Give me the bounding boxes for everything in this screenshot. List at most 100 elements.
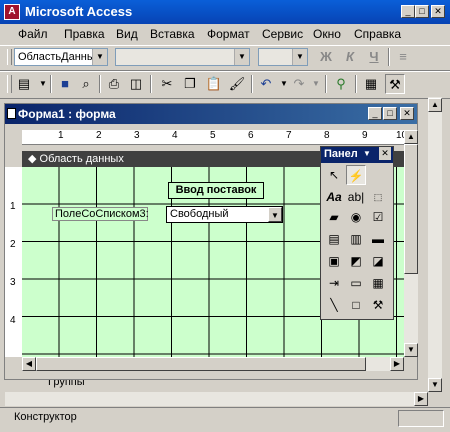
chevron-down-icon[interactable]: ▼ xyxy=(292,49,307,65)
ruler-mark: 7 xyxy=(286,130,292,141)
scroll-right-icon[interactable]: ▶ xyxy=(414,392,428,406)
toolbar-separator xyxy=(388,48,390,66)
radio-tool-icon[interactable]: ◉ xyxy=(346,207,366,227)
checkbox-tool-icon[interactable]: ☑ xyxy=(368,207,388,227)
option-group-tool-icon[interactable]: ⬚ xyxy=(368,187,388,207)
print-preview-icon[interactable]: ◫ xyxy=(126,74,146,94)
combo-box-value: Свободный xyxy=(170,208,229,220)
vertical-scroll-thumb[interactable] xyxy=(404,144,418,274)
toolbar-separator xyxy=(50,75,52,93)
ruler-mark: 4 xyxy=(172,130,178,141)
paste-icon[interactable]: 📋 xyxy=(204,74,224,94)
toolbar-separator xyxy=(251,75,253,93)
underline-button[interactable]: Ч xyxy=(364,47,384,67)
page-break-tool-icon[interactable]: ⇥ xyxy=(324,273,344,293)
more-controls-icon[interactable]: ⚒ xyxy=(368,295,388,315)
toolbar-grip[interactable] xyxy=(7,75,12,93)
menu-format[interactable]: Формат xyxy=(207,27,250,41)
menu-edit[interactable]: Правка xyxy=(64,27,105,41)
menu-window[interactable]: Окно xyxy=(313,27,341,41)
combo-tool-icon[interactable]: ▤ xyxy=(324,229,344,249)
unbound-frame-tool-icon[interactable]: ◩ xyxy=(346,251,366,271)
ruler-mark: 1 xyxy=(58,130,64,141)
combo-box-control[interactable]: Свободный ▼ xyxy=(166,206,283,223)
undo-icon[interactable]: ↶ xyxy=(256,74,276,94)
minimize-button[interactable]: _ xyxy=(401,5,415,18)
subform-tool-icon[interactable]: ▦ xyxy=(368,273,388,293)
ruler-mark: 2 xyxy=(96,130,102,141)
ruler-mark: 3 xyxy=(134,130,140,141)
format-painter-icon[interactable]: 🖌 xyxy=(227,74,247,94)
chevron-down-icon[interactable]: ▼ xyxy=(92,49,107,65)
copy-icon[interactable]: ❐ xyxy=(180,74,200,94)
toggle-button-tool-icon[interactable]: ▰ xyxy=(324,207,344,227)
tab-control-tool-icon[interactable]: ▭ xyxy=(346,273,366,293)
toolbar-separator xyxy=(150,75,152,93)
print-icon[interactable]: ⎙ xyxy=(104,74,124,94)
line-tool-icon[interactable]: ╲ xyxy=(324,295,344,315)
bound-frame-tool-icon[interactable]: ◪ xyxy=(368,251,388,271)
form-close-button[interactable]: ✕ xyxy=(400,107,414,120)
align-left-icon[interactable]: ≡ xyxy=(393,47,413,67)
save-icon[interactable]: ■ xyxy=(55,74,75,94)
rectangle-tool-icon[interactable]: □ xyxy=(346,295,366,315)
app-title: Microsoft Access xyxy=(25,4,133,19)
access-app-icon[interactable]: A xyxy=(4,4,20,20)
section-selector[interactable] xyxy=(5,151,22,167)
form-icon[interactable] xyxy=(7,108,16,119)
font-combo[interactable]: ▼ xyxy=(115,48,250,66)
form-maximize-button[interactable]: □ xyxy=(383,107,397,120)
scroll-up-icon[interactable]: ▲ xyxy=(428,98,442,112)
image-tool-icon[interactable]: ▣ xyxy=(324,251,344,271)
scroll-up-icon[interactable]: ▲ xyxy=(404,130,418,144)
chevron-down-icon[interactable]: ▼ xyxy=(268,207,282,222)
bold-button[interactable]: Ж xyxy=(316,47,336,67)
status-panel xyxy=(398,410,444,427)
search-icon[interactable]: ⌕ xyxy=(76,74,96,94)
form-minimize-button[interactable]: _ xyxy=(368,107,382,120)
section-arrow-icon: ◆ xyxy=(28,153,40,165)
ruler-mark: 2 xyxy=(10,239,16,250)
scroll-down-icon[interactable]: ▼ xyxy=(428,378,442,392)
ruler-mark: 3 xyxy=(10,277,16,288)
menu-insert[interactable]: Вставка xyxy=(150,27,195,41)
control-wizard-icon[interactable]: ⚡ xyxy=(346,165,366,185)
scroll-left-icon[interactable]: ◀ xyxy=(22,357,36,371)
toolbox-close-icon[interactable]: ✕ xyxy=(379,147,391,160)
ruler-corner[interactable] xyxy=(5,130,22,144)
ruler-mark: 1 xyxy=(10,201,16,212)
maximize-button[interactable]: □ xyxy=(415,5,429,18)
toolbox-toggle-icon[interactable]: ⚒ xyxy=(385,74,405,94)
menu-tools[interactable]: Сервис xyxy=(262,27,303,41)
object-combo[interactable]: ОбластьДанны ▼ xyxy=(14,48,108,66)
menu-help[interactable]: Справка xyxy=(354,27,401,41)
italic-button[interactable]: К xyxy=(340,47,360,67)
cut-icon[interactable]: ✂ xyxy=(157,74,177,94)
main-vertical-scrollbar[interactable] xyxy=(428,97,442,392)
menu-view[interactable]: Вид xyxy=(116,27,138,41)
heading-label-control[interactable]: Ввод поставок xyxy=(168,182,264,199)
toolbar-grip[interactable] xyxy=(7,49,12,65)
combo-label-control[interactable]: ПолеСоСписком3: xyxy=(52,207,149,221)
chevron-down-icon[interactable]: ▼ xyxy=(234,49,249,65)
background-window-text: Группы xyxy=(48,380,85,388)
toolbar-separator xyxy=(99,75,101,93)
listbox-tool-icon[interactable]: ▥ xyxy=(346,229,366,249)
close-button[interactable]: ✕ xyxy=(431,5,445,18)
chevron-down-icon[interactable]: ▼ xyxy=(363,149,371,158)
font-size-combo[interactable]: ▼ xyxy=(258,48,308,66)
scroll-down-icon[interactable]: ▼ xyxy=(404,343,418,357)
menu-file[interactable]: Файл xyxy=(18,27,48,41)
command-button-tool-icon[interactable]: ▬ xyxy=(368,229,388,249)
hyperlink-icon[interactable]: ⚲ xyxy=(331,74,351,94)
field-list-icon[interactable]: ▦ xyxy=(361,74,381,94)
toolbar-separator xyxy=(355,75,357,93)
label-tool-icon[interactable]: Aa xyxy=(324,187,344,207)
textbox-tool-icon[interactable]: ab| xyxy=(346,187,366,207)
horizontal-scroll-thumb[interactable] xyxy=(36,357,366,371)
main-horizontal-scrollbar[interactable] xyxy=(5,392,428,406)
scroll-right-icon[interactable]: ▶ xyxy=(390,357,404,371)
redo-dropdown-icon[interactable]: ▼ xyxy=(306,74,326,94)
view-icon[interactable]: ▤ xyxy=(14,74,34,94)
pointer-tool-icon[interactable]: ↖ xyxy=(324,165,344,185)
